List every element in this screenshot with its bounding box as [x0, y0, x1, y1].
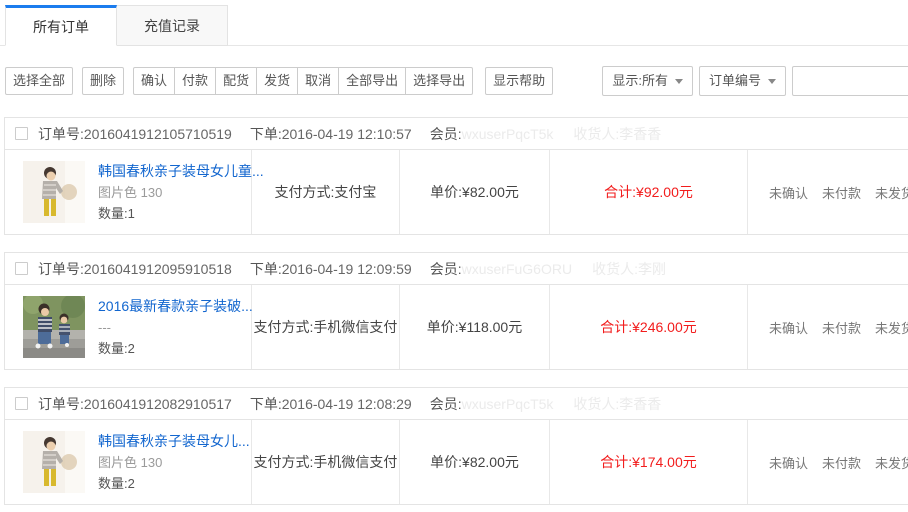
- order-block: 订单号:2016041912095910518 下单:2016-04-19 12…: [4, 252, 908, 370]
- placed-value: 2016-04-19 12:09:59: [282, 261, 412, 277]
- member-label: 会员:: [430, 394, 462, 414]
- status-unpaid: 未付款: [822, 318, 861, 337]
- search-field-dropdown[interactable]: 订单编号: [699, 66, 786, 96]
- delete-button[interactable]: 删除: [82, 67, 124, 95]
- status-unconfirmed: 未确认: [769, 183, 808, 202]
- search-field-label: 订单编号: [709, 67, 761, 95]
- order-status-cell: 未确认 未付款 未发货: [748, 150, 908, 234]
- show-help-button[interactable]: 显示帮助: [485, 67, 553, 95]
- order-header: 订单号:2016041912082910517 下单:2016-04-19 12…: [4, 387, 908, 420]
- export-selected-button[interactable]: 选择导出: [406, 67, 473, 95]
- order-detail-row: 韩国春秋亲子装母女儿... 图片色 130 数量:2 支付方式:手机微信支付 单…: [4, 419, 908, 505]
- order-search-input[interactable]: [792, 66, 908, 96]
- placed-label: 下单:: [250, 259, 282, 279]
- status-unshipped: 未发货: [875, 318, 908, 337]
- select-all-button[interactable]: 选择全部: [5, 67, 73, 95]
- product-quantity: 数量:1: [98, 203, 264, 224]
- product-image[interactable]: [23, 296, 85, 358]
- order-block: 订单号:2016041912105710519 下单:2016-04-19 12…: [4, 117, 908, 235]
- order-header: 订单号:2016041912095910518 下单:2016-04-19 12…: [4, 252, 908, 285]
- receiver-value: 收货人:李香香: [573, 394, 661, 414]
- toolbar: 选择全部 删除 确认 付款 配货 发货 取消 全部导出 选择导出 显示帮助 显示…: [0, 66, 908, 96]
- order-checkbox[interactable]: [15, 127, 28, 140]
- placed-value: 2016-04-19 12:10:57: [282, 126, 412, 142]
- status-unpaid: 未付款: [822, 453, 861, 472]
- payment-method-cell: 支付方式:支付宝: [252, 150, 400, 234]
- order-no-value: 2016041912082910517: [84, 396, 232, 412]
- order-no-label: 订单号:: [38, 124, 84, 144]
- product-variant: ---: [98, 317, 253, 338]
- order-actions-group: 确认 付款 配货 发货 取消 全部导出 选择导出: [133, 67, 473, 95]
- member-value: wxuserPqcT5k: [462, 126, 554, 142]
- payment-method-cell: 支付方式:手机微信支付: [252, 285, 400, 369]
- tab-recharge-records[interactable]: 充值记录: [117, 5, 228, 46]
- allocate-button[interactable]: 配货: [216, 67, 257, 95]
- placed-value: 2016-04-19 12:08:29: [282, 396, 412, 412]
- tab-all-orders[interactable]: 所有订单: [5, 5, 117, 46]
- display-filter-label: 显示:所有: [612, 67, 668, 95]
- order-total-cell: 合计:¥174.00元: [550, 420, 748, 504]
- cancel-button[interactable]: 取消: [298, 67, 339, 95]
- product-cell: 韩国春秋亲子装母女儿童... 图片色 130 数量:1: [5, 150, 252, 234]
- order-header: 订单号:2016041912105710519 下单:2016-04-19 12…: [4, 117, 908, 150]
- member-label: 会员:: [430, 259, 462, 279]
- product-title-link[interactable]: 2016最新春款亲子装破...: [98, 296, 253, 317]
- order-block: 订单号:2016041912082910517 下单:2016-04-19 12…: [4, 387, 908, 505]
- toolbar-filters: 显示:所有 订单编号: [596, 66, 908, 96]
- member-value: wxuserFuG6ORU: [462, 261, 572, 277]
- export-all-button[interactable]: 全部导出: [339, 67, 406, 95]
- placed-label: 下单:: [250, 394, 282, 414]
- receiver-value: 收货人:李刚: [592, 259, 666, 279]
- status-unconfirmed: 未确认: [769, 318, 808, 337]
- unit-price-cell: 单价:¥82.00元: [400, 150, 550, 234]
- order-no-value: 2016041912105710519: [84, 126, 232, 142]
- pay-button[interactable]: 付款: [175, 67, 216, 95]
- product-image[interactable]: [23, 161, 85, 223]
- order-no-value: 2016041912095910518: [84, 261, 232, 277]
- ship-button[interactable]: 发货: [257, 67, 298, 95]
- caret-down-icon: [675, 79, 683, 84]
- display-filter-dropdown[interactable]: 显示:所有: [602, 66, 693, 96]
- product-info: 2016最新春款亲子装破... --- 数量:2: [98, 296, 253, 359]
- order-status-cell: 未确认 未付款 未发货: [748, 420, 908, 504]
- receiver-value: 收货人:李香香: [573, 124, 661, 144]
- member-value: wxuserPqcT5k: [462, 396, 554, 412]
- status-unshipped: 未发货: [875, 453, 908, 472]
- product-cell: 韩国春秋亲子装母女儿... 图片色 130 数量:2: [5, 420, 252, 504]
- unit-price-cell: 单价:¥82.00元: [400, 420, 550, 504]
- tab-bar: 所有订单 充值记录: [0, 0, 908, 46]
- order-no-label: 订单号:: [38, 259, 84, 279]
- status-unshipped: 未发货: [875, 183, 908, 202]
- product-info: 韩国春秋亲子装母女儿童... 图片色 130 数量:1: [98, 161, 264, 224]
- product-info: 韩国春秋亲子装母女儿... 图片色 130 数量:2: [98, 431, 250, 494]
- caret-down-icon: [768, 79, 776, 84]
- confirm-button[interactable]: 确认: [133, 67, 175, 95]
- status-unpaid: 未付款: [822, 183, 861, 202]
- order-status-cell: 未确认 未付款 未发货: [748, 285, 908, 369]
- order-detail-row: 2016最新春款亲子装破... --- 数量:2 支付方式:手机微信支付 单价:…: [4, 284, 908, 370]
- product-cell: 2016最新春款亲子装破... --- 数量:2: [5, 285, 252, 369]
- order-detail-row: 韩国春秋亲子装母女儿童... 图片色 130 数量:1 支付方式:支付宝 单价:…: [4, 149, 908, 235]
- product-image[interactable]: [23, 431, 85, 493]
- order-total-cell: 合计:¥92.00元: [550, 150, 748, 234]
- status-unconfirmed: 未确认: [769, 453, 808, 472]
- member-label: 会员:: [430, 124, 462, 144]
- product-variant: 图片色 130: [98, 452, 250, 473]
- product-quantity: 数量:2: [98, 473, 250, 494]
- order-checkbox[interactable]: [15, 262, 28, 275]
- order-total-cell: 合计:¥246.00元: [550, 285, 748, 369]
- order-no-label: 订单号:: [38, 394, 84, 414]
- placed-label: 下单:: [250, 124, 282, 144]
- order-checkbox[interactable]: [15, 397, 28, 410]
- unit-price-cell: 单价:¥118.00元: [400, 285, 550, 369]
- product-title-link[interactable]: 韩国春秋亲子装母女儿童...: [98, 161, 264, 182]
- order-list: 订单号:2016041912105710519 下单:2016-04-19 12…: [0, 117, 908, 505]
- product-title-link[interactable]: 韩国春秋亲子装母女儿...: [98, 431, 250, 452]
- product-variant: 图片色 130: [98, 182, 264, 203]
- payment-method-cell: 支付方式:手机微信支付: [252, 420, 400, 504]
- product-quantity: 数量:2: [98, 338, 253, 359]
